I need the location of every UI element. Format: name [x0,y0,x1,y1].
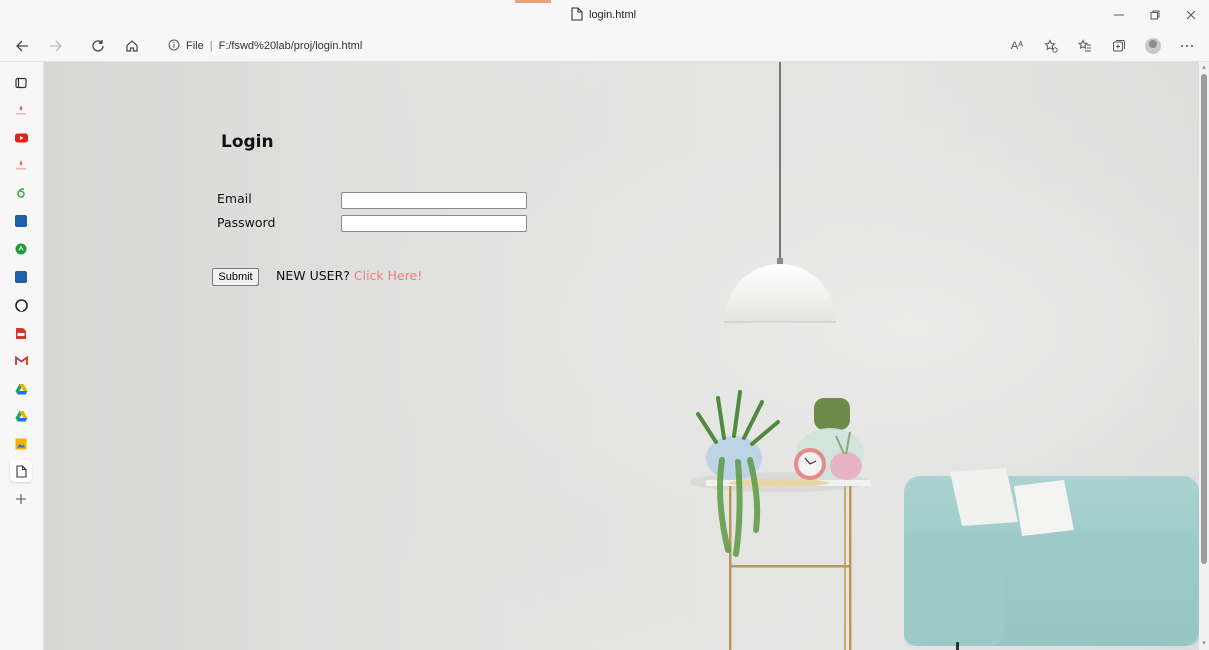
page-icon[interactable] [10,460,32,482]
email-field[interactable] [341,192,527,209]
new-user-label: NEW USER? [276,268,350,283]
room-background-image [44,62,1199,650]
toolbar-right: Aᴬ [1005,34,1199,58]
email-label: Email [217,191,252,206]
password-label: Password [217,215,276,230]
ieee-icon-shape [15,271,27,283]
title-bar: login.html [0,0,1209,30]
sidebar [0,62,44,650]
ieee-icon[interactable] [10,210,32,232]
more-icon[interactable] [1175,34,1199,58]
url-separator: | [209,40,213,52]
gmail-icon[interactable] [10,350,32,372]
info-icon[interactable] [168,39,180,54]
url-scheme: File [186,40,204,52]
github-icon[interactable] [10,294,32,316]
app-logo-icon[interactable] [10,99,32,121]
page-icon [571,6,583,24]
page-scrollbar[interactable]: ▴ ▾ [1199,62,1209,650]
refresh-icon[interactable] [86,34,110,58]
new-user-text: NEW USER? Click Here! [276,268,422,283]
address-field[interactable]: File | F:/fswd%20lab/proj/login.html [168,38,362,54]
drive-icon[interactable] [10,378,32,400]
ieee-icon-shape [15,215,27,227]
tab[interactable]: login.html [571,6,637,24]
home-icon[interactable] [120,34,144,58]
favorites-icon[interactable] [1073,34,1097,58]
submit-button[interactable]: Submit [212,268,259,286]
page-content: Login Email Password Submit NEW USER? Cl… [44,62,1199,650]
tab-accent [515,0,551,3]
forward-icon[interactable] [44,34,68,58]
address-bar-row: File | F:/fswd%20lab/proj/login.html Aᴬ [0,30,1209,62]
tab-actions-icon[interactable] [10,72,32,94]
youtube-icon[interactable] [10,127,32,149]
app-icon[interactable] [10,182,32,204]
restore-icon[interactable] [1137,0,1173,30]
add-icon[interactable] [10,488,32,510]
minimize-icon[interactable] [1101,0,1137,30]
drive-icon[interactable] [10,405,32,427]
tab-title: login.html [589,9,637,21]
read-aloud-icon[interactable]: Aᴬ [1005,34,1029,58]
add-favorite-icon[interactable] [1039,34,1063,58]
ieee-icon[interactable] [10,266,32,288]
close-icon[interactable] [1173,0,1209,30]
collections-icon[interactable] [1107,34,1131,58]
app-icon[interactable] [10,238,32,260]
window-controls [1101,0,1209,30]
sofa [904,468,1199,650]
profile-avatar[interactable] [1141,34,1165,58]
scroll-thumb[interactable] [1201,74,1207,564]
scroll-up-icon[interactable]: ▴ [1201,64,1207,71]
password-field[interactable] [341,215,527,232]
pdf-icon[interactable] [10,322,32,344]
url-text: F:/fswd%20lab/proj/login.html [218,40,363,52]
app-logo-icon[interactable] [10,154,32,176]
click-here-link[interactable]: Click Here! [354,268,422,283]
photos-icon[interactable] [10,433,32,455]
avatar-icon [1145,38,1161,54]
page-title: Login [221,132,274,152]
scroll-down-icon[interactable]: ▾ [1201,640,1207,647]
back-icon[interactable] [10,34,34,58]
